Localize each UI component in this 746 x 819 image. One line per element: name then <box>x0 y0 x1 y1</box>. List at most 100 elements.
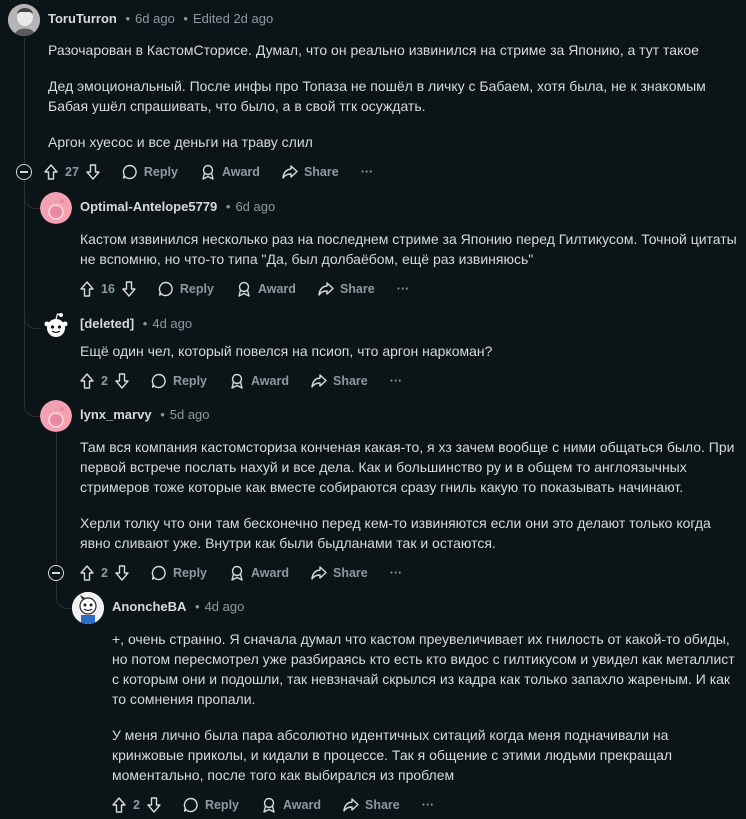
thread-connector <box>24 390 41 417</box>
comment-actions: 16 Reply Award Share ··· <box>80 277 431 301</box>
share-button[interactable]: Share <box>311 373 368 389</box>
upvote-icon[interactable] <box>80 373 94 389</box>
share-button[interactable]: Share <box>282 164 339 180</box>
comment-icon <box>151 373 167 389</box>
vote-count: 2 <box>101 374 108 388</box>
author-name[interactable]: ToruTurron <box>48 11 117 26</box>
comment-meta: AnoncheBA • 4d ago <box>112 599 245 614</box>
downvote-icon[interactable] <box>122 281 136 297</box>
comment-icon <box>122 164 138 180</box>
thread-line[interactable] <box>24 180 25 400</box>
award-icon <box>229 565 245 581</box>
comment-paragraph: Разочарован в КастомСторисе. Думал, что … <box>48 42 699 58</box>
comment-icon <box>158 281 174 297</box>
more-button[interactable]: ··· <box>397 282 410 296</box>
upvote-icon[interactable] <box>80 565 94 581</box>
thread-connector <box>24 300 41 329</box>
vote-count: 27 <box>65 165 79 179</box>
award-button[interactable]: Award <box>236 281 296 297</box>
comment-paragraph: +, очень странно. Я сначала думал что ка… <box>112 631 735 707</box>
upvote-icon[interactable] <box>80 281 94 297</box>
more-icon: ··· <box>421 798 435 812</box>
award-button[interactable]: Award <box>229 565 289 581</box>
more-button[interactable]: ··· <box>390 566 403 580</box>
award-button[interactable]: Award <box>261 797 321 813</box>
comment-paragraph: Кастом извинился несколько раз на послед… <box>80 231 737 267</box>
award-icon <box>236 281 252 297</box>
reply-button[interactable]: Reply <box>183 797 239 813</box>
comment-body: Разочарован в КастомСторисе. Думал, что … <box>48 40 738 168</box>
more-icon: ··· <box>396 282 410 296</box>
comment-paragraph: Дед эмоциональный. После инфы про Топаза… <box>48 78 706 114</box>
avatar[interactable] <box>72 592 104 624</box>
more-icon: ··· <box>389 566 403 580</box>
share-icon <box>343 797 359 813</box>
snoo-avatar <box>40 310 72 342</box>
comment-meta: Optimal-Antelope5779 • 6d ago <box>80 199 276 214</box>
comment-meta: [deleted] • 4d ago <box>80 316 193 331</box>
reply-button[interactable]: Reply <box>151 565 207 581</box>
comment-paragraph: У меня лично была пара абсолютно идентич… <box>112 727 673 783</box>
avatar[interactable] <box>8 4 40 36</box>
edited-label: Edited 2d ago <box>192 11 274 26</box>
reply-button[interactable]: Reply <box>151 373 207 389</box>
downvote-icon[interactable] <box>115 373 129 389</box>
thread-connector <box>24 180 41 209</box>
share-icon <box>311 565 327 581</box>
award-icon <box>261 797 277 813</box>
timestamp: 5d ago <box>169 407 210 422</box>
upvote-icon[interactable] <box>44 164 58 180</box>
comment-icon <box>183 797 199 813</box>
snoo-avatar[interactable] <box>40 192 72 224</box>
comment-paragraph: Аргон хуесос и все деньги на траву слил <box>48 134 313 150</box>
collapse-icon[interactable] <box>48 565 64 581</box>
comment-actions: 2 Reply Award Share ··· <box>112 793 456 817</box>
more-button[interactable]: ··· <box>361 165 374 179</box>
vote-count: 2 <box>133 798 140 812</box>
comment-meta: ToruTurron • 6d ago • Edited 2d ago <box>48 11 274 26</box>
comment-body: +, очень странно. Я сначала думал что ка… <box>112 629 740 801</box>
author-name[interactable]: Optimal-Antelope5779 <box>80 199 217 214</box>
thread-line[interactable] <box>24 38 25 163</box>
upvote-icon[interactable] <box>112 797 126 813</box>
timestamp: 4d ago <box>152 316 193 331</box>
comment-actions: 2 Reply Award Share ··· <box>80 561 424 585</box>
award-button[interactable]: Award <box>200 164 260 180</box>
downvote-icon[interactable] <box>147 797 161 813</box>
snoo-avatar[interactable] <box>40 400 72 432</box>
comment-paragraph: Ещё один чел, который повелся на псиоп, … <box>80 343 493 359</box>
comment-body: Там вся компания кастомсториза конченая … <box>80 437 740 569</box>
thread-line[interactable] <box>56 432 57 563</box>
share-icon <box>282 164 298 180</box>
comment-meta: lynx_marvy • 5d ago <box>80 407 210 422</box>
vote-count: 16 <box>101 282 115 296</box>
vote-count: 2 <box>101 566 108 580</box>
share-icon <box>311 373 327 389</box>
award-icon <box>200 164 216 180</box>
more-icon: ··· <box>360 165 374 179</box>
downvote-icon[interactable] <box>86 164 100 180</box>
timestamp: 6d ago <box>235 199 276 214</box>
share-button[interactable]: Share <box>343 797 400 813</box>
author-name[interactable]: lynx_marvy <box>80 407 152 422</box>
comment-paragraph: Херли толку что они там бесконечно перед… <box>80 515 711 551</box>
reply-button[interactable]: Reply <box>122 164 178 180</box>
comment-icon <box>151 565 167 581</box>
reply-button[interactable]: Reply <box>158 281 214 297</box>
author-name[interactable]: AnoncheBA <box>112 599 186 614</box>
more-button[interactable]: ··· <box>390 374 403 388</box>
downvote-icon[interactable] <box>115 565 129 581</box>
share-button[interactable]: Share <box>318 281 375 297</box>
more-button[interactable]: ··· <box>422 798 435 812</box>
collapse-icon[interactable] <box>16 164 32 180</box>
comment-actions: 2 Reply Award Share ··· <box>80 369 424 393</box>
award-button[interactable]: Award <box>229 373 289 389</box>
award-icon <box>229 373 245 389</box>
comment-actions: 27 Reply Award Share ··· <box>44 160 395 184</box>
author-name: [deleted] <box>80 316 135 331</box>
share-button[interactable]: Share <box>311 565 368 581</box>
comment-paragraph: Там вся компания кастомсториза конченая … <box>80 439 735 495</box>
timestamp: 4d ago <box>204 599 245 614</box>
more-icon: ··· <box>389 374 403 388</box>
timestamp: 6d ago <box>135 11 175 26</box>
